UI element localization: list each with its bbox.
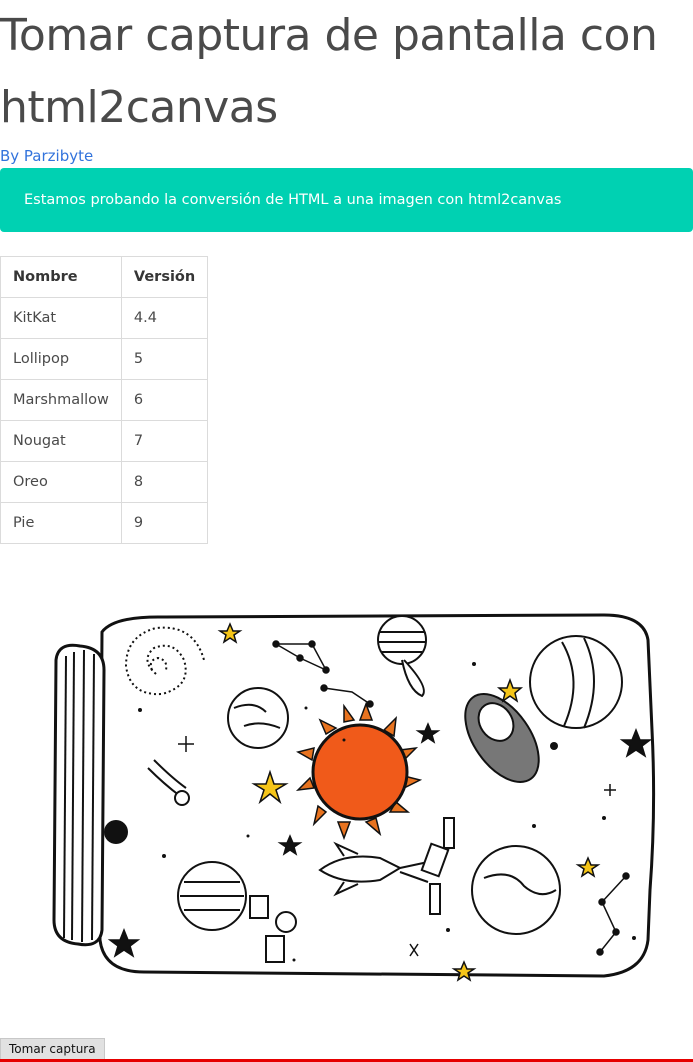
space-jar-illustration bbox=[52, 613, 656, 982]
table-row: Lollipop 5 bbox=[0, 338, 209, 380]
table-row: Marshmallow 6 bbox=[0, 379, 209, 421]
cell-version: 9 bbox=[120, 502, 209, 544]
versions-table: Nombre Versión KitKat 4.4 Lollipop 5 Mar… bbox=[0, 256, 209, 544]
cell-nombre: Nougat bbox=[0, 420, 122, 462]
cell-nombre: Pie bbox=[0, 502, 122, 544]
cell-nombre: Lollipop bbox=[0, 338, 122, 380]
table-header-row: Nombre Versión bbox=[0, 256, 209, 298]
table-row: Pie 9 bbox=[0, 502, 209, 544]
table-row: Oreo 8 bbox=[0, 461, 209, 503]
cell-nombre: Oreo bbox=[0, 461, 122, 503]
info-notification: Estamos probando la conversión de HTML a… bbox=[0, 168, 693, 232]
cell-nombre: KitKat bbox=[0, 297, 122, 339]
page-title: Tomar captura de pantalla con html2canva… bbox=[0, 10, 658, 133]
table-row: KitKat 4.4 bbox=[0, 297, 209, 339]
jar-lid bbox=[52, 643, 106, 947]
author-link[interactable]: By Parzibyte bbox=[0, 146, 93, 166]
table-row: Nougat 7 bbox=[0, 420, 209, 462]
cell-version: 7 bbox=[120, 420, 209, 462]
column-header-version: Versión bbox=[120, 256, 209, 298]
cell-version: 6 bbox=[120, 379, 209, 421]
cell-version: 8 bbox=[120, 461, 209, 503]
black-hole-icon bbox=[104, 820, 128, 844]
cell-nombre: Marshmallow bbox=[0, 379, 122, 421]
cell-version: 4.4 bbox=[120, 297, 209, 339]
capture-button[interactable]: Tomar captura bbox=[0, 1038, 105, 1060]
cell-version: 5 bbox=[120, 338, 209, 380]
column-header-nombre: Nombre bbox=[0, 256, 122, 298]
